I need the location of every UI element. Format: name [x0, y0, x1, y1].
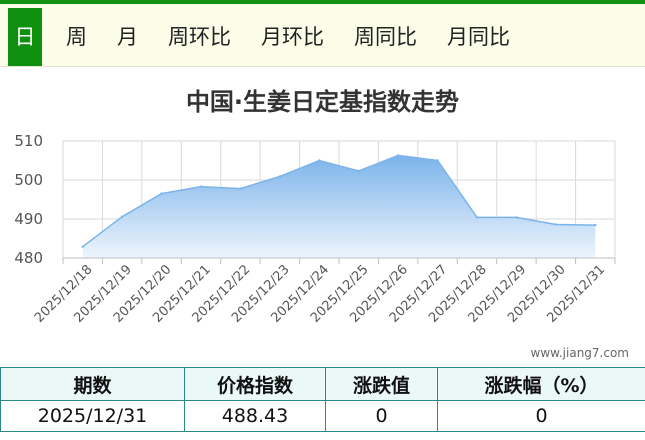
series-area — [82, 155, 596, 258]
data-point — [199, 185, 203, 188]
y-tick-label: 480 — [14, 249, 43, 267]
header-change-value: 涨跌值 — [325, 367, 438, 401]
data-point — [475, 216, 479, 219]
data-point — [120, 215, 124, 218]
index-area-chart: 4804905005102025/12/182025/12/192025/12/… — [14, 132, 616, 326]
data-point — [554, 223, 558, 226]
y-tick-label: 490 — [14, 210, 43, 228]
data-point — [81, 245, 84, 248]
cell-change-value: 0 — [325, 400, 438, 432]
header-change-percent: 涨跌幅（%） — [437, 367, 645, 401]
data-point — [357, 169, 360, 173]
cell-price-index: 488.43 — [184, 400, 326, 432]
latest-index-table: 期数 价格指数 涨跌值 涨跌幅（%） 2025/12/31 488.43 0 0 — [0, 367, 645, 432]
watermark: www.jiang7.com — [530, 346, 629, 360]
y-tick-label: 500 — [14, 171, 43, 189]
data-point — [396, 154, 400, 157]
cell-period: 2025/12/31 — [0, 400, 185, 432]
data-point — [594, 223, 597, 227]
data-point — [160, 192, 163, 195]
header-price-index: 价格指数 — [184, 367, 326, 401]
data-point — [278, 175, 282, 178]
data-point — [318, 159, 321, 162]
table-header-row: 期数 价格指数 涨跌值 涨跌幅（%） — [0, 367, 645, 401]
header-period: 期数 — [0, 367, 185, 401]
data-point — [239, 187, 242, 190]
data-point — [515, 216, 518, 219]
y-tick-label: 510 — [14, 132, 43, 150]
data-point — [436, 159, 439, 162]
table-row: 2025/12/31 488.43 0 0 — [0, 400, 645, 432]
cell-change-percent: 0 — [437, 400, 645, 432]
area-layer — [81, 154, 597, 258]
